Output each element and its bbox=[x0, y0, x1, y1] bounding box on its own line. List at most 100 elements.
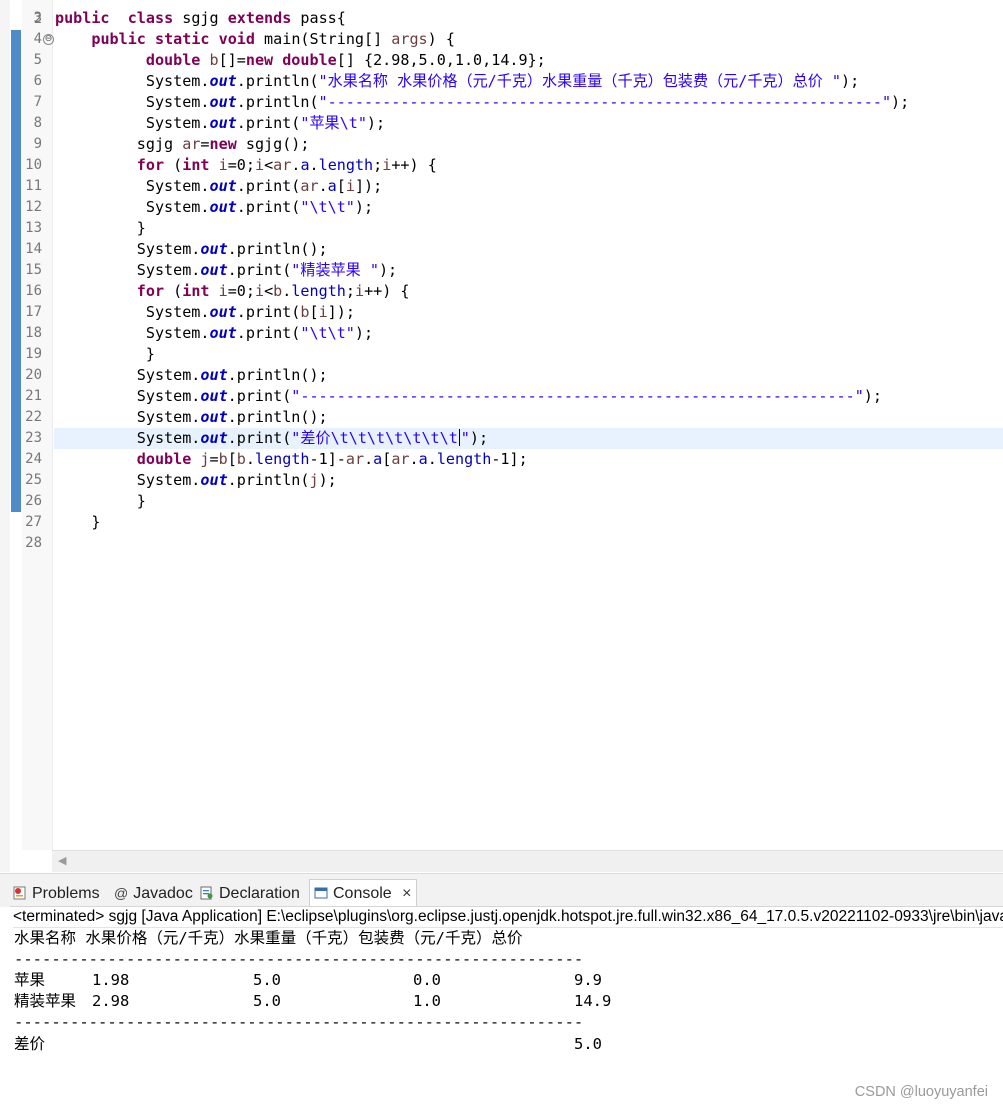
row-value: 9.9 bbox=[574, 971, 602, 989]
line-number: 8 bbox=[33, 115, 42, 131]
code-text[interactable]: System.out.print("\t\t"); bbox=[55, 197, 373, 218]
code-text[interactable]: public static void main(String[] args) { bbox=[55, 29, 455, 50]
code-text[interactable]: System.out.println(); bbox=[55, 239, 328, 260]
code-line[interactable]: 13 } bbox=[0, 218, 1003, 239]
code-text[interactable]: System.out.print("----------------------… bbox=[55, 386, 882, 407]
code-token: .print( bbox=[227, 261, 292, 279]
horizontal-scrollbar[interactable]: ◀ bbox=[52, 850, 1003, 872]
code-line[interactable]: 8 System.out.print("苹果\t"); bbox=[0, 113, 1003, 134]
code-token: System. bbox=[55, 408, 201, 426]
code-token: .println(); bbox=[227, 366, 328, 384]
code-line[interactable]: 25 System.out.println(j); bbox=[0, 470, 1003, 491]
row-value: 1.0 bbox=[413, 992, 441, 1010]
code-text[interactable]: } bbox=[55, 512, 100, 533]
code-line[interactable]: 15 System.out.print("精装苹果 "); bbox=[0, 260, 1003, 281]
code-line[interactable]: 18 System.out.print("\t\t"); bbox=[0, 323, 1003, 344]
code-line[interactable]: 22 System.out.println(); bbox=[0, 407, 1003, 428]
code-token: System. bbox=[55, 93, 210, 111]
code-token: class bbox=[127, 9, 174, 27]
code-text[interactable]: System.out.println(); bbox=[55, 365, 328, 386]
code-editor[interactable]: 2 3 public class sgjg extends pass{4 ⊖ pub… bbox=[0, 0, 1003, 872]
code-text[interactable]: System.out.print("差价\t\t\t\t\t\t\t "); bbox=[55, 428, 488, 449]
tab-problems[interactable]: Problems bbox=[13, 880, 100, 907]
code-line[interactable]: 14 System.out.println(); bbox=[0, 239, 1003, 260]
code-line[interactable]: 5 double b[]=new double[] {2.98,5.0,1.0,… bbox=[0, 50, 1003, 71]
code-token: System. bbox=[55, 429, 201, 447]
fold-toggle-icon[interactable]: ⊖ bbox=[43, 34, 54, 45]
code-text[interactable]: for (int i=0;i<ar.a.length;i++) { bbox=[55, 155, 437, 176]
code-line[interactable]: 3 public class sgjg extends pass{ bbox=[0, 8, 1003, 29]
code-line[interactable]: 28 bbox=[0, 533, 1003, 554]
code-text[interactable]: System.out.print(b[i]); bbox=[55, 302, 355, 323]
code-token: a bbox=[373, 450, 383, 468]
code-line[interactable]: 6 System.out.println("水果名称 水果价格（元/千克）水果重… bbox=[0, 71, 1003, 92]
code-token: ar bbox=[273, 156, 292, 174]
code-line[interactable]: 19 } bbox=[0, 344, 1003, 365]
code-token: ); bbox=[354, 324, 374, 342]
code-token: j bbox=[200, 450, 210, 468]
code-text[interactable]: double j=b[b.length-1]-ar.a[ar.a.length-… bbox=[55, 449, 528, 470]
code-text[interactable]: System.out.print("苹果\t"); bbox=[55, 113, 385, 134]
code-line[interactable]: 9 sgjg ar=new sgjg(); bbox=[0, 134, 1003, 155]
code-token: System. bbox=[55, 72, 210, 90]
line-number: 22 bbox=[25, 409, 42, 425]
code-token: ; bbox=[373, 156, 383, 174]
code-text[interactable]: System.out.println("水果名称 水果价格（元/千克）水果重量（… bbox=[55, 71, 859, 92]
tab-console[interactable]: Console × bbox=[309, 879, 417, 907]
code-line[interactable]: 17 System.out.print(b[i]); bbox=[0, 302, 1003, 323]
scroll-left-arrow-icon[interactable]: ◀ bbox=[58, 854, 66, 867]
code-token: .print( bbox=[227, 429, 292, 447]
code-line[interactable]: 24 double j=b[b.length-1]-ar.a[ar.a.leng… bbox=[0, 449, 1003, 470]
code-text[interactable]: System.out.print("精装苹果 "); bbox=[55, 260, 397, 281]
code-token: "差价\t\t\t\t\t\t\t bbox=[291, 429, 458, 447]
code-text[interactable]: System.out.println("--------------------… bbox=[55, 92, 909, 113]
code-line[interactable]: 16 for (int i=0;i<b.length;i++) { bbox=[0, 281, 1003, 302]
code-token: } bbox=[55, 219, 146, 237]
code-text[interactable]: double b[]=new double[] {2.98,5.0,1.0,14… bbox=[55, 50, 546, 71]
code-token: } bbox=[55, 345, 155, 363]
code-text[interactable]: } bbox=[55, 491, 146, 512]
code-token: for bbox=[136, 156, 165, 174]
code-token: .println( bbox=[236, 93, 319, 111]
code-token: args bbox=[391, 30, 428, 48]
code-line[interactable]: 7 System.out.println("------------------… bbox=[0, 92, 1003, 113]
code-token: main(String[] bbox=[254, 30, 392, 48]
tab-label: Declaration bbox=[219, 885, 300, 902]
tab-declaration[interactable]: Declaration bbox=[200, 880, 300, 907]
code-token: j bbox=[309, 471, 319, 489]
code-token: ); bbox=[863, 387, 882, 405]
code-token: "苹果\t" bbox=[300, 114, 367, 132]
code-line[interactable]: 21 System.out.print("-------------------… bbox=[0, 386, 1003, 407]
code-text[interactable]: System.out.println(j); bbox=[55, 470, 337, 491]
code-token: for bbox=[136, 282, 165, 300]
code-line[interactable]: 23 System.out.print("差价\t\t\t\t\t\t\t "); bbox=[0, 428, 1003, 449]
code-token: out bbox=[209, 114, 237, 132]
line-number: 19 bbox=[25, 346, 42, 362]
close-icon[interactable]: × bbox=[402, 885, 411, 902]
code-text[interactable]: for (int i=0;i<b.length;i++) { bbox=[55, 281, 410, 302]
code-line[interactable]: 4 ⊖ public static void main(String[] args… bbox=[0, 29, 1003, 50]
code-token: } bbox=[55, 513, 101, 531]
code-text[interactable]: System.out.print("\t\t"); bbox=[55, 323, 373, 344]
code-line[interactable]: 26 } bbox=[0, 491, 1003, 512]
code-text[interactable]: public class sgjg extends pass{ bbox=[55, 8, 346, 29]
line-number: 21 bbox=[25, 388, 42, 404]
code-line[interactable]: 20 System.out.println(); bbox=[0, 365, 1003, 386]
code-line[interactable]: 10 for (int i=0;i<ar.a.length;i++) { bbox=[0, 155, 1003, 176]
code-text[interactable]: } bbox=[55, 344, 155, 365]
tab-javadoc[interactable]: @ Javadoc bbox=[114, 880, 193, 907]
code-text[interactable]: System.out.println(); bbox=[55, 407, 328, 428]
code-text[interactable]: System.out.print(ar.a[i]); bbox=[55, 176, 382, 197]
code-token: double bbox=[145, 51, 201, 69]
code-text[interactable]: } bbox=[55, 218, 146, 239]
code-text[interactable]: sgjg ar=new sgjg(); bbox=[55, 134, 310, 155]
console-status-line: <terminated> sgjg [Java Application] E:\… bbox=[13, 907, 1003, 928]
code-line[interactable]: 27 } bbox=[0, 512, 1003, 533]
code-token: . bbox=[318, 177, 328, 195]
code-line[interactable]: 12 System.out.print("\t\t"); bbox=[0, 197, 1003, 218]
code-line[interactable]: 11 System.out.print(ar.a[i]); bbox=[0, 176, 1003, 197]
row-name: 苹果 bbox=[14, 971, 46, 989]
